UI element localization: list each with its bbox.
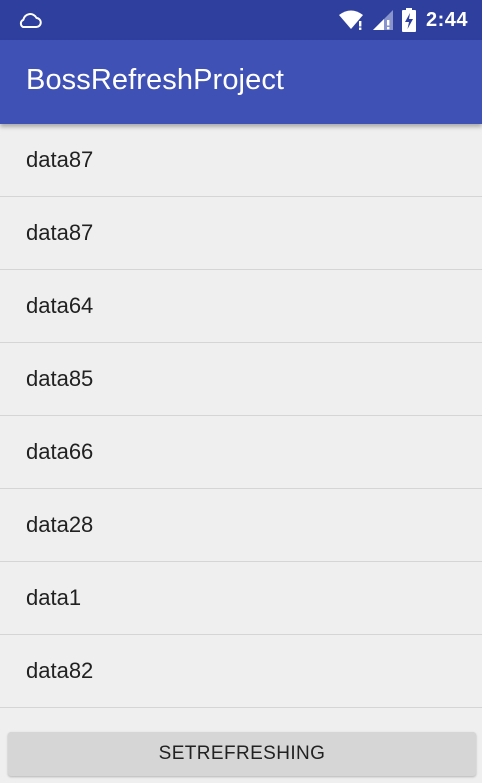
list-item[interactable]: data66 — [0, 416, 482, 489]
list-item[interactable]: data64 — [0, 270, 482, 343]
status-icons: 2:44 — [338, 8, 468, 32]
list-item-label: data85 — [26, 366, 94, 391]
status-bar: 2:44 — [0, 0, 482, 40]
list-item-label: data64 — [26, 293, 94, 318]
list-item[interactable]: data87 — [0, 197, 482, 270]
data-list[interactable]: data87 data87 data64 data85 data66 data2… — [0, 124, 482, 714]
list-item[interactable]: data87 — [0, 124, 482, 197]
list-item[interactable]: data85 — [0, 343, 482, 416]
list-item-label: data28 — [26, 512, 94, 537]
list-item-label: data1 — [26, 585, 82, 610]
list-item-label: data82 — [26, 658, 94, 683]
list-item[interactable]: data28 — [0, 489, 482, 562]
signal-icon — [372, 10, 393, 30]
battery-charging-icon — [401, 8, 416, 32]
status-time: 2:44 — [425, 8, 468, 31]
bottom-bar: SETREFRESHING — [0, 714, 482, 783]
wifi-icon — [338, 10, 363, 30]
list-item-label: data87 — [26, 147, 94, 172]
list-item-label: data66 — [26, 439, 94, 464]
list-item-label: data87 — [26, 220, 94, 245]
app-title: BossRefreshProject — [26, 64, 285, 96]
screen: 2:44 BossRefreshProject data87 data87 da… — [0, 0, 482, 783]
list-item[interactable]: data1 — [0, 562, 482, 635]
set-refreshing-button[interactable]: SETREFRESHING — [8, 732, 476, 776]
list-item[interactable]: data82 — [0, 635, 482, 708]
app-bar: BossRefreshProject — [0, 40, 482, 124]
cloud-icon — [19, 13, 42, 28]
